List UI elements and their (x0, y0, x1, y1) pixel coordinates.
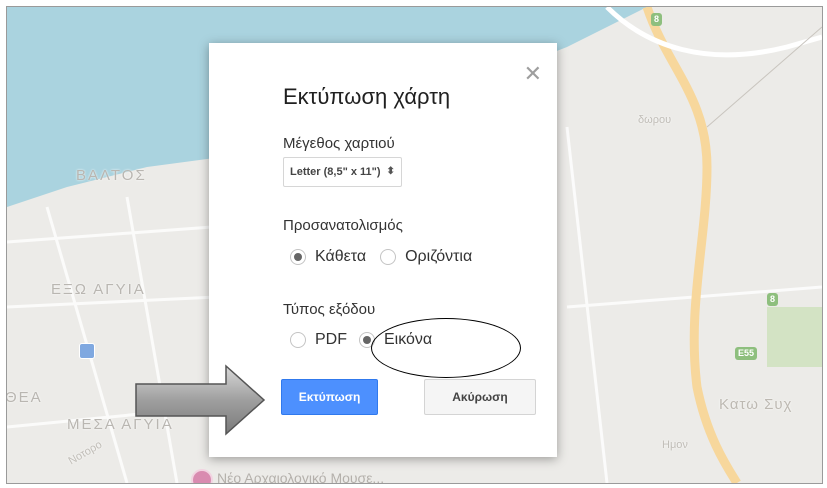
output-type-label: Τύπος εξόδου (283, 301, 376, 318)
radio-circle-checked (290, 249, 306, 265)
paper-size-select[interactable]: Letter (8,5" x 11") ⬍ (283, 157, 402, 187)
road-badge-e55: E55 (735, 347, 758, 360)
radio-landscape[interactable]: Οριζόντια (380, 248, 472, 266)
radio-image-label: Εικόνα (384, 331, 433, 348)
close-icon[interactable]: ✕ (524, 63, 542, 85)
radio-pdf-label: PDF (315, 331, 347, 348)
radio-portrait-label: Κάθετα (315, 248, 367, 265)
radio-landscape-label: Οριζόντια (405, 248, 473, 265)
orientation-options: Κάθετα Οριζόντια (290, 248, 486, 266)
dialog-title: Εκτύπωση χάρτη (283, 84, 451, 109)
radio-image[interactable]: Εικόνα (359, 331, 432, 349)
map-label-thea: ΘΕΑ (6, 389, 43, 406)
radio-pdf[interactable]: PDF (290, 331, 347, 349)
radio-circle-checked (359, 332, 375, 348)
paper-size-label: Μέγεθος χαρτιού (283, 135, 395, 152)
map-label-valtos: ΒΑΛΤΟΣ (76, 167, 147, 184)
pointer-arrow-icon (135, 364, 266, 436)
museum-label: Νέο Αρχαιολογικό Μουσε... (217, 470, 385, 484)
print-button[interactable]: Εκτύπωση (281, 379, 378, 415)
map-label-exo-agyia: ΕΞΩ ΑΓΥΙΑ (51, 281, 146, 298)
radio-circle (290, 332, 306, 348)
map-label-doypoy: δωρου (638, 114, 672, 126)
radio-portrait[interactable]: Κάθετα (290, 248, 366, 266)
orientation-label: Προσανατολισμός (283, 217, 403, 234)
street-label-imon: Ημον (662, 439, 688, 451)
radio-circle (380, 249, 397, 265)
museum-icon[interactable] (191, 469, 213, 483)
bus-stop-icon[interactable] (79, 343, 95, 359)
paper-size-value: Letter (8,5" x 11") (290, 166, 381, 178)
route-badge-right: 8 (767, 293, 779, 306)
route-badge-top: 8 (651, 13, 663, 26)
output-type-options: PDF Εικόνα (290, 331, 446, 349)
map-label-katw-syx: Κατω Συχ (719, 396, 793, 413)
cancel-button[interactable]: Ακύρωση (424, 379, 536, 415)
select-arrows-icon: ⬍ (386, 166, 395, 177)
